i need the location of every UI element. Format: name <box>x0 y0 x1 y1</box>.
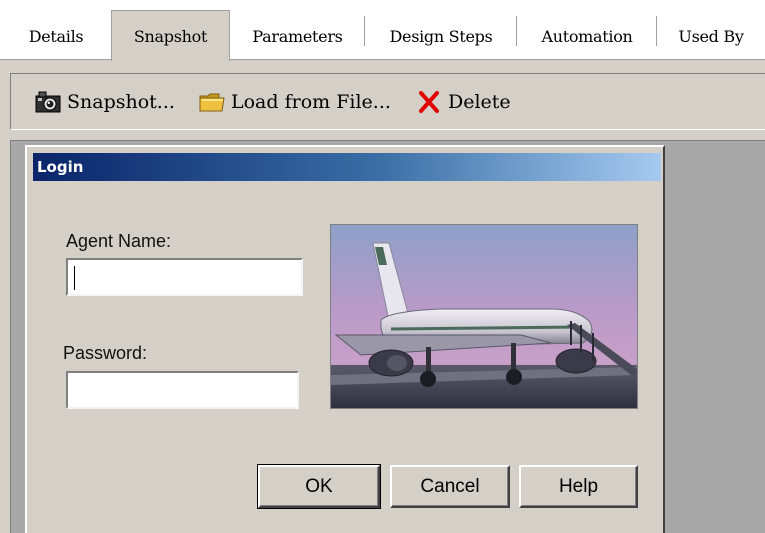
help-button-label: Help <box>558 475 599 497</box>
tab-parameters-label: Parameters <box>252 26 343 46</box>
load-from-file-button-label: Load from File... <box>231 91 391 113</box>
snapshot-button[interactable]: Snapshot... <box>35 87 175 117</box>
delete-button-label: Delete <box>448 91 511 113</box>
cancel-button[interactable]: Cancel <box>390 465 510 508</box>
tab-design-steps[interactable]: Design Steps <box>365 12 517 60</box>
delete-button[interactable]: Delete <box>416 87 511 117</box>
tab-details-label: Details <box>28 26 84 46</box>
ok-button-label: OK <box>305 475 333 497</box>
agent-name-field[interactable] <box>66 258 303 296</box>
tab-parameters[interactable]: Parameters <box>230 12 365 60</box>
folder-icon <box>199 93 225 112</box>
password-label: Password: <box>63 343 148 363</box>
tab-automation-label: Automation <box>541 26 633 46</box>
tab-snapshot-label: Snapshot <box>133 26 208 46</box>
tab-used-by[interactable]: Used By <box>657 12 765 60</box>
airplane-photo <box>330 224 638 409</box>
red-x-icon <box>419 91 439 113</box>
camera-icon <box>35 91 61 113</box>
ok-button[interactable]: OK <box>257 464 381 509</box>
dialog-titlebar: Login <box>33 153 661 181</box>
dialog-title: Login <box>37 158 84 176</box>
password-field[interactable] <box>66 371 299 409</box>
help-button[interactable]: Help <box>519 465 638 508</box>
tab-details[interactable]: Details <box>0 12 112 60</box>
tab-used-by-label: Used By <box>678 26 744 46</box>
tab-strip: Details Snapshot Parameters Design Steps… <box>0 0 765 61</box>
snapshot-button-label: Snapshot... <box>67 91 175 113</box>
load-from-file-button[interactable]: Load from File... <box>199 87 391 117</box>
tab-automation[interactable]: Automation <box>517 12 657 60</box>
snapshot-toolbar: Snapshot... Load from File... Delete <box>10 73 765 130</box>
tab-snapshot[interactable]: Snapshot <box>111 10 230 61</box>
agent-name-label: Agent Name: <box>66 231 172 251</box>
text-caret <box>74 266 75 290</box>
cancel-button-label: Cancel <box>420 475 480 497</box>
tab-design-steps-label: Design Steps <box>389 26 493 46</box>
